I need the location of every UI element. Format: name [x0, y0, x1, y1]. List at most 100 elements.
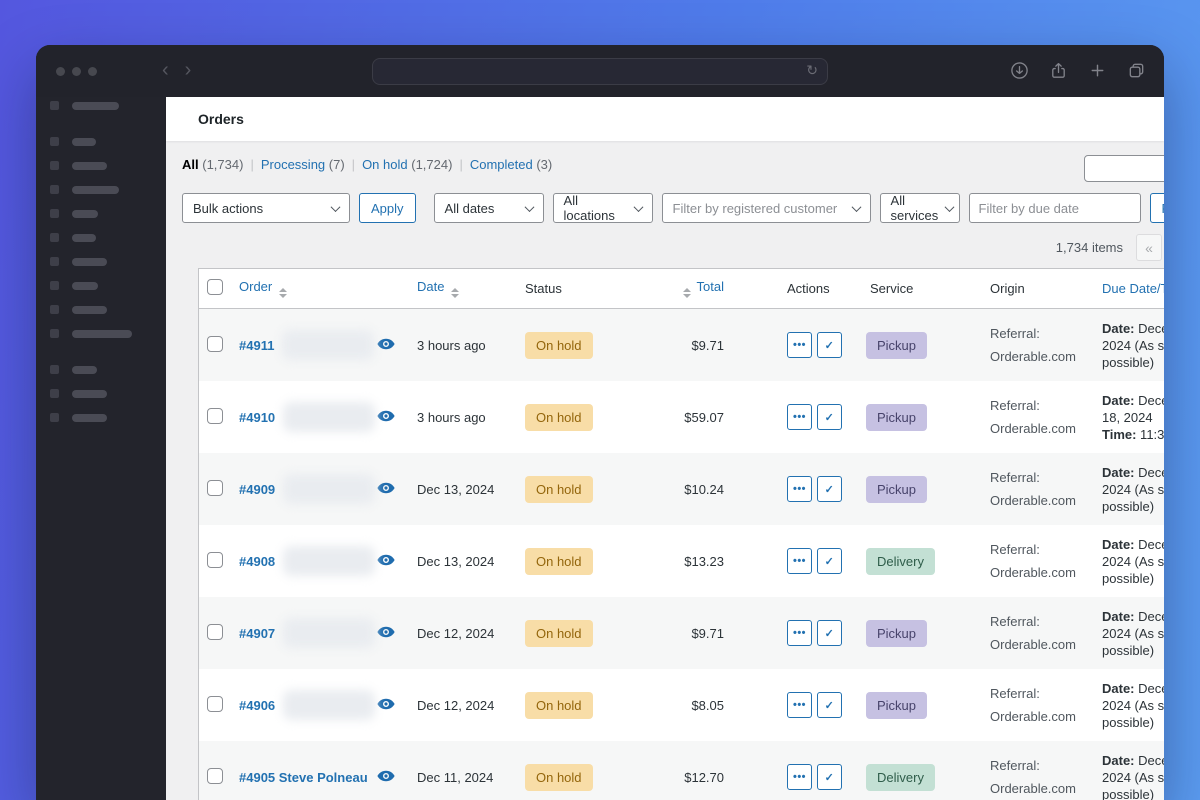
admin-topbar: Orders [166, 97, 1164, 141]
bulk-actions-select[interactable]: Bulk actions [182, 193, 350, 223]
column-header-due-date[interactable]: Due Date/Time [1087, 281, 1164, 296]
complete-order-button[interactable]: ✓ [817, 548, 842, 574]
sidebar-menu-item[interactable] [50, 365, 166, 374]
order-link[interactable]: #4905 Steve Polneau [239, 770, 368, 785]
order-actions-button[interactable]: ••• [787, 404, 812, 430]
complete-order-button[interactable]: ✓ [817, 764, 842, 790]
order-actions-button[interactable]: ••• [787, 548, 812, 574]
download-icon[interactable] [1010, 61, 1029, 80]
row-checkbox[interactable] [207, 767, 223, 784]
order-total: $13.23 [684, 553, 724, 569]
order-link[interactable]: #4910 [239, 410, 275, 425]
preview-eye-icon[interactable] [377, 626, 395, 641]
order-actions-button[interactable]: ••• [787, 764, 812, 790]
url-bar[interactable]: ↻ [372, 58, 828, 85]
search-orders-input[interactable] [1084, 155, 1164, 182]
complete-order-button[interactable]: ✓ [817, 620, 842, 646]
sidebar-menu-icon [50, 101, 59, 110]
order-actions-button[interactable]: ••• [787, 332, 812, 358]
service-badge: Pickup [866, 331, 928, 359]
sidebar-menu-item[interactable] [50, 137, 166, 146]
preview-eye-icon[interactable] [377, 410, 395, 425]
sidebar-menu-label-placeholder [72, 413, 107, 422]
sidebar-menu-item[interactable] [50, 161, 166, 170]
first-page-button[interactable]: « [1136, 234, 1162, 261]
order-link[interactable]: #4906 [239, 698, 275, 713]
preview-eye-icon[interactable] [377, 482, 395, 497]
share-icon[interactable] [1049, 61, 1068, 80]
order-origin: Referral: Orderable.com [990, 470, 1076, 508]
sidebar-menu-item[interactable] [50, 413, 166, 422]
view-filter-all[interactable]: All (1,734) [182, 157, 243, 172]
sidebar-menu-item[interactable] [50, 233, 166, 242]
column-header-order[interactable]: Order [233, 279, 371, 298]
order-actions-button[interactable]: ••• [787, 692, 812, 718]
order-due-date: Date: December2024 (As soon aspossible) [1102, 536, 1164, 586]
status-badge: On hold [525, 619, 593, 647]
sidebar-menu-label-placeholder [72, 329, 132, 338]
row-checkbox[interactable] [207, 335, 223, 352]
due-date-filter-input[interactable] [968, 193, 1141, 223]
new-tab-icon[interactable] [1088, 61, 1107, 80]
view-filter-processing[interactable]: Processing (7) [261, 157, 345, 172]
preview-eye-icon[interactable] [377, 338, 395, 353]
preview-eye-icon[interactable] [377, 770, 395, 785]
preview-eye-icon[interactable] [377, 698, 395, 713]
sidebar-menu-label-placeholder [72, 305, 107, 314]
window-control-dot[interactable] [88, 67, 97, 76]
view-filter-onhold[interactable]: On hold (1,724) [362, 157, 452, 172]
sidebar-menu-item[interactable] [50, 257, 166, 266]
complete-order-button[interactable]: ✓ [817, 332, 842, 358]
status-badge: On hold [525, 331, 593, 359]
forward-arrow-icon[interactable]: › [185, 56, 192, 84]
status-badge: On hold [525, 763, 593, 791]
order-link[interactable]: #4909 [239, 482, 275, 497]
sidebar-menu-item[interactable] [50, 281, 166, 290]
items-count: 1,734 items [1055, 240, 1123, 255]
dates-filter-select[interactable]: All dates [433, 193, 544, 223]
sidebar-menu-item[interactable] [50, 305, 166, 314]
window-control-dot[interactable] [56, 67, 65, 76]
order-date: 3 hours ago [417, 337, 486, 353]
sidebar-menu-item[interactable] [50, 389, 166, 398]
status-badge: On hold [525, 403, 593, 431]
order-link[interactable]: #4907 [239, 626, 275, 641]
row-checkbox[interactable] [207, 479, 223, 496]
preview-eye-icon[interactable] [377, 554, 395, 569]
order-date: Dec 13, 2024 [417, 553, 495, 569]
order-link[interactable]: #4908 [239, 554, 275, 569]
order-total: $10.24 [684, 481, 724, 497]
locations-filter-select[interactable]: All locations [552, 193, 653, 223]
order-date: Dec 12, 2024 [417, 625, 495, 641]
sidebar-menu-item[interactable] [50, 185, 166, 194]
order-row: #4906 Dec 12, 2024 On hold $8.05 ••• ✓ Pi… [199, 669, 1164, 741]
row-checkbox[interactable] [207, 407, 223, 424]
sidebar-menu-item[interactable] [50, 209, 166, 218]
column-header-total[interactable]: Total [679, 279, 735, 298]
filter-button[interactable]: Filter [1149, 193, 1164, 223]
apply-button[interactable]: Apply [359, 193, 416, 223]
row-checkbox[interactable] [207, 551, 223, 568]
sidebar-menu-item[interactable] [50, 329, 166, 338]
order-actions-button[interactable]: ••• [787, 476, 812, 502]
status-badge: On hold [525, 475, 593, 503]
services-filter-select[interactable]: All services [879, 193, 960, 223]
row-checkbox[interactable] [207, 623, 223, 640]
order-actions-button[interactable]: ••• [787, 620, 812, 646]
complete-order-button[interactable]: ✓ [817, 692, 842, 718]
complete-order-button[interactable]: ✓ [817, 404, 842, 430]
window-controls[interactable] [56, 67, 97, 76]
window-control-dot[interactable] [72, 67, 81, 76]
column-header-date[interactable]: Date [415, 279, 521, 298]
select-all-checkbox[interactable] [207, 279, 223, 295]
tabs-overview-icon[interactable] [1127, 61, 1146, 80]
sidebar-menu-label-placeholder [72, 137, 96, 146]
complete-order-button[interactable]: ✓ [817, 476, 842, 502]
reload-icon[interactable]: ↻ [806, 62, 818, 79]
back-arrow-icon[interactable]: ‹ [162, 56, 169, 84]
view-filter-completed[interactable]: Completed (3) [470, 157, 552, 172]
sidebar-menu-item[interactable] [50, 101, 166, 110]
customer-filter-select[interactable]: Filter by registered customer [661, 193, 871, 223]
row-checkbox[interactable] [207, 695, 223, 712]
order-link[interactable]: #4911 [239, 338, 274, 353]
